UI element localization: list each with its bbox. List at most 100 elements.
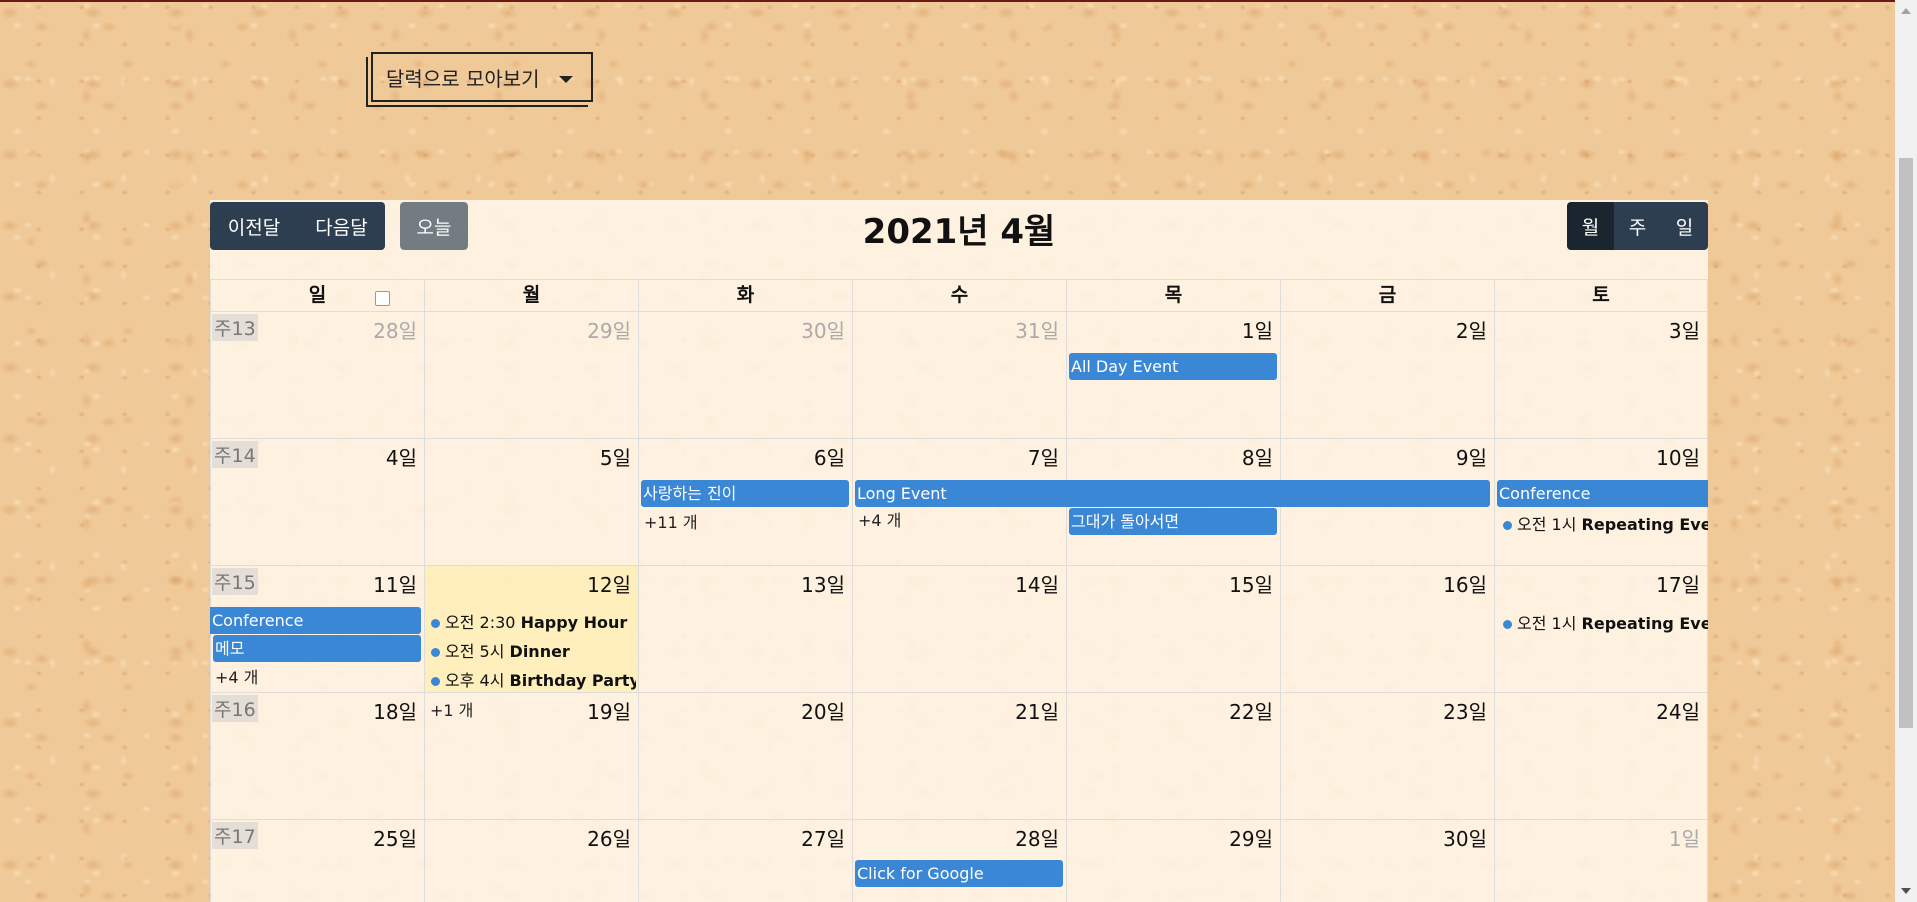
event-turn-away[interactable]: 그대가 돌아서면 bbox=[1069, 508, 1277, 535]
day-number[interactable]: 1일 bbox=[1669, 823, 1700, 852]
day-cell[interactable]: 주17 25일 bbox=[210, 820, 424, 902]
top-border bbox=[0, 0, 1895, 2]
day-cell[interactable]: 21일 bbox=[852, 693, 1066, 819]
day-cell[interactable]: 13일 bbox=[638, 566, 852, 692]
day-cell[interactable]: 29일 bbox=[1066, 820, 1280, 902]
event-conference-cont[interactable]: Conference bbox=[210, 607, 421, 634]
event-love-jin[interactable]: 사랑하는 진이 bbox=[641, 480, 849, 507]
day-number[interactable]: 27일 bbox=[801, 823, 845, 852]
day-number[interactable]: 28일 bbox=[1015, 823, 1059, 852]
day-number[interactable]: 13일 bbox=[801, 569, 845, 598]
day-number[interactable]: 9일 bbox=[1456, 442, 1487, 471]
day-cell[interactable]: 14일 bbox=[852, 566, 1066, 692]
day-cell[interactable]: 22일 bbox=[1066, 693, 1280, 819]
event-all-day[interactable]: All Day Event bbox=[1069, 353, 1277, 380]
event-birthday-party[interactable]: 오후 4시 Birthday Party bbox=[428, 667, 636, 691]
day-cell[interactable]: 26일 bbox=[424, 820, 638, 902]
day-number[interactable]: 4일 bbox=[386, 442, 417, 471]
scroll-up-arrow-icon[interactable] bbox=[1901, 8, 1911, 14]
view-mode-select[interactable]: 달력으로 모아보기 bbox=[371, 52, 593, 102]
day-cell[interactable]: 27일 bbox=[638, 820, 852, 902]
day-number[interactable]: 1일 bbox=[1242, 315, 1273, 344]
day-number[interactable]: 25일 bbox=[373, 823, 417, 852]
day-number[interactable]: 20일 bbox=[801, 696, 845, 725]
week-number[interactable]: 주14 bbox=[212, 441, 258, 468]
day-number[interactable]: 3일 bbox=[1669, 315, 1700, 344]
day-number[interactable]: 24일 bbox=[1656, 696, 1700, 725]
day-number[interactable]: 8일 bbox=[1242, 442, 1273, 471]
event-click-for-google[interactable]: Click for Google bbox=[855, 860, 1063, 887]
scroll-down-arrow-icon[interactable] bbox=[1901, 888, 1911, 894]
day-number[interactable]: 12일 bbox=[587, 569, 631, 598]
day-number[interactable]: 26일 bbox=[587, 823, 631, 852]
caret-down-icon bbox=[559, 76, 573, 83]
day-number[interactable]: 30일 bbox=[801, 315, 845, 344]
event-dinner[interactable]: 오전 5시 Dinner bbox=[428, 638, 636, 662]
day-cell[interactable]: 3일 bbox=[1494, 312, 1708, 438]
event-conference[interactable]: Conference bbox=[1497, 480, 1708, 507]
day-number[interactable]: 19일 bbox=[587, 696, 631, 725]
select-checkbox[interactable] bbox=[375, 291, 390, 306]
week-row: 주13 28일 29일 30일 31일 1일 2일 3일 All Day Even… bbox=[210, 312, 1708, 439]
day-number[interactable]: 14일 bbox=[1015, 569, 1059, 598]
day-cell[interactable]: 31일 bbox=[852, 312, 1066, 438]
day-number[interactable]: 22일 bbox=[1229, 696, 1273, 725]
day-number[interactable]: 6일 bbox=[814, 442, 845, 471]
day-cell[interactable]: 1일 bbox=[1494, 820, 1708, 902]
more-events-link[interactable]: +1 개 bbox=[430, 697, 473, 721]
event-repeating[interactable]: 오전 1시 Repeating Event bbox=[1500, 511, 1708, 535]
day-number[interactable]: 31일 bbox=[1015, 315, 1059, 344]
day-number[interactable]: 29일 bbox=[1229, 823, 1273, 852]
day-view-button[interactable]: 일 bbox=[1661, 202, 1708, 250]
day-number[interactable]: 28일 bbox=[373, 315, 417, 344]
day-number[interactable]: 10일 bbox=[1656, 442, 1700, 471]
weekday-header: 일 월 화 수 목 금 토 bbox=[210, 279, 1708, 312]
day-cell[interactable]: 24일 bbox=[1494, 693, 1708, 819]
day-number[interactable]: 18일 bbox=[373, 696, 417, 725]
week-number[interactable]: 주13 bbox=[212, 314, 258, 341]
more-events-link[interactable]: +11 개 bbox=[644, 509, 698, 533]
day-cell[interactable]: 15일 bbox=[1066, 566, 1280, 692]
week-number[interactable]: 주15 bbox=[212, 568, 258, 595]
weekday-tue: 화 bbox=[638, 280, 852, 311]
day-number[interactable]: 7일 bbox=[1028, 442, 1059, 471]
day-cell[interactable]: 주13 28일 bbox=[210, 312, 424, 438]
event-repeating[interactable]: 오전 1시 Repeating Event bbox=[1500, 610, 1708, 634]
day-number[interactable]: 23일 bbox=[1443, 696, 1487, 725]
week-row: 주15 11일 12일 13일 14일 15일 16일 17일 Conferenc… bbox=[210, 566, 1708, 693]
day-number[interactable]: 11일 bbox=[373, 569, 417, 598]
day-cell[interactable]: 30일 bbox=[1280, 820, 1494, 902]
week-number[interactable]: 주16 bbox=[212, 695, 258, 722]
event-happy-hour[interactable]: 오전 2:30 Happy Hour bbox=[428, 609, 636, 633]
day-number[interactable]: 17일 bbox=[1656, 569, 1700, 598]
week-view-button[interactable]: 주 bbox=[1614, 202, 1661, 250]
vertical-scrollbar[interactable] bbox=[1895, 0, 1917, 902]
day-number[interactable]: 2일 bbox=[1456, 315, 1487, 344]
month-view-button[interactable]: 월 bbox=[1567, 202, 1614, 250]
event-time: 오전 2:30 bbox=[445, 613, 516, 632]
day-cell[interactable]: 20일 bbox=[638, 693, 852, 819]
weekday-thu: 목 bbox=[1066, 280, 1280, 311]
day-cell[interactable]: 주16 18일 bbox=[210, 693, 424, 819]
event-memo[interactable]: 메모 bbox=[213, 635, 421, 662]
day-cell[interactable]: 2일 bbox=[1280, 312, 1494, 438]
event-long-event[interactable]: Long Event bbox=[855, 480, 1490, 507]
day-number[interactable]: 29일 bbox=[587, 315, 631, 344]
day-number[interactable]: 15일 bbox=[1229, 569, 1273, 598]
event-title: Happy Hour bbox=[520, 613, 628, 632]
more-events-link[interactable]: +4 개 bbox=[215, 664, 258, 688]
week-number[interactable]: 주17 bbox=[212, 822, 258, 849]
day-cell[interactable]: 29일 bbox=[424, 312, 638, 438]
day-cell[interactable]: 16일 bbox=[1280, 566, 1494, 692]
scroll-thumb[interactable] bbox=[1899, 158, 1913, 728]
day-number[interactable]: 30일 bbox=[1443, 823, 1487, 852]
day-cell[interactable]: 30일 bbox=[638, 312, 852, 438]
day-number[interactable]: 5일 bbox=[600, 442, 631, 471]
day-cell[interactable]: 5일 bbox=[424, 439, 638, 565]
day-cell[interactable]: 주14 4일 bbox=[210, 439, 424, 565]
day-cell[interactable]: 23일 bbox=[1280, 693, 1494, 819]
view-switch-group: 월 주 일 bbox=[1567, 202, 1708, 250]
day-number[interactable]: 21일 bbox=[1015, 696, 1059, 725]
day-number[interactable]: 16일 bbox=[1443, 569, 1487, 598]
more-events-link[interactable]: +4 개 bbox=[858, 507, 901, 531]
